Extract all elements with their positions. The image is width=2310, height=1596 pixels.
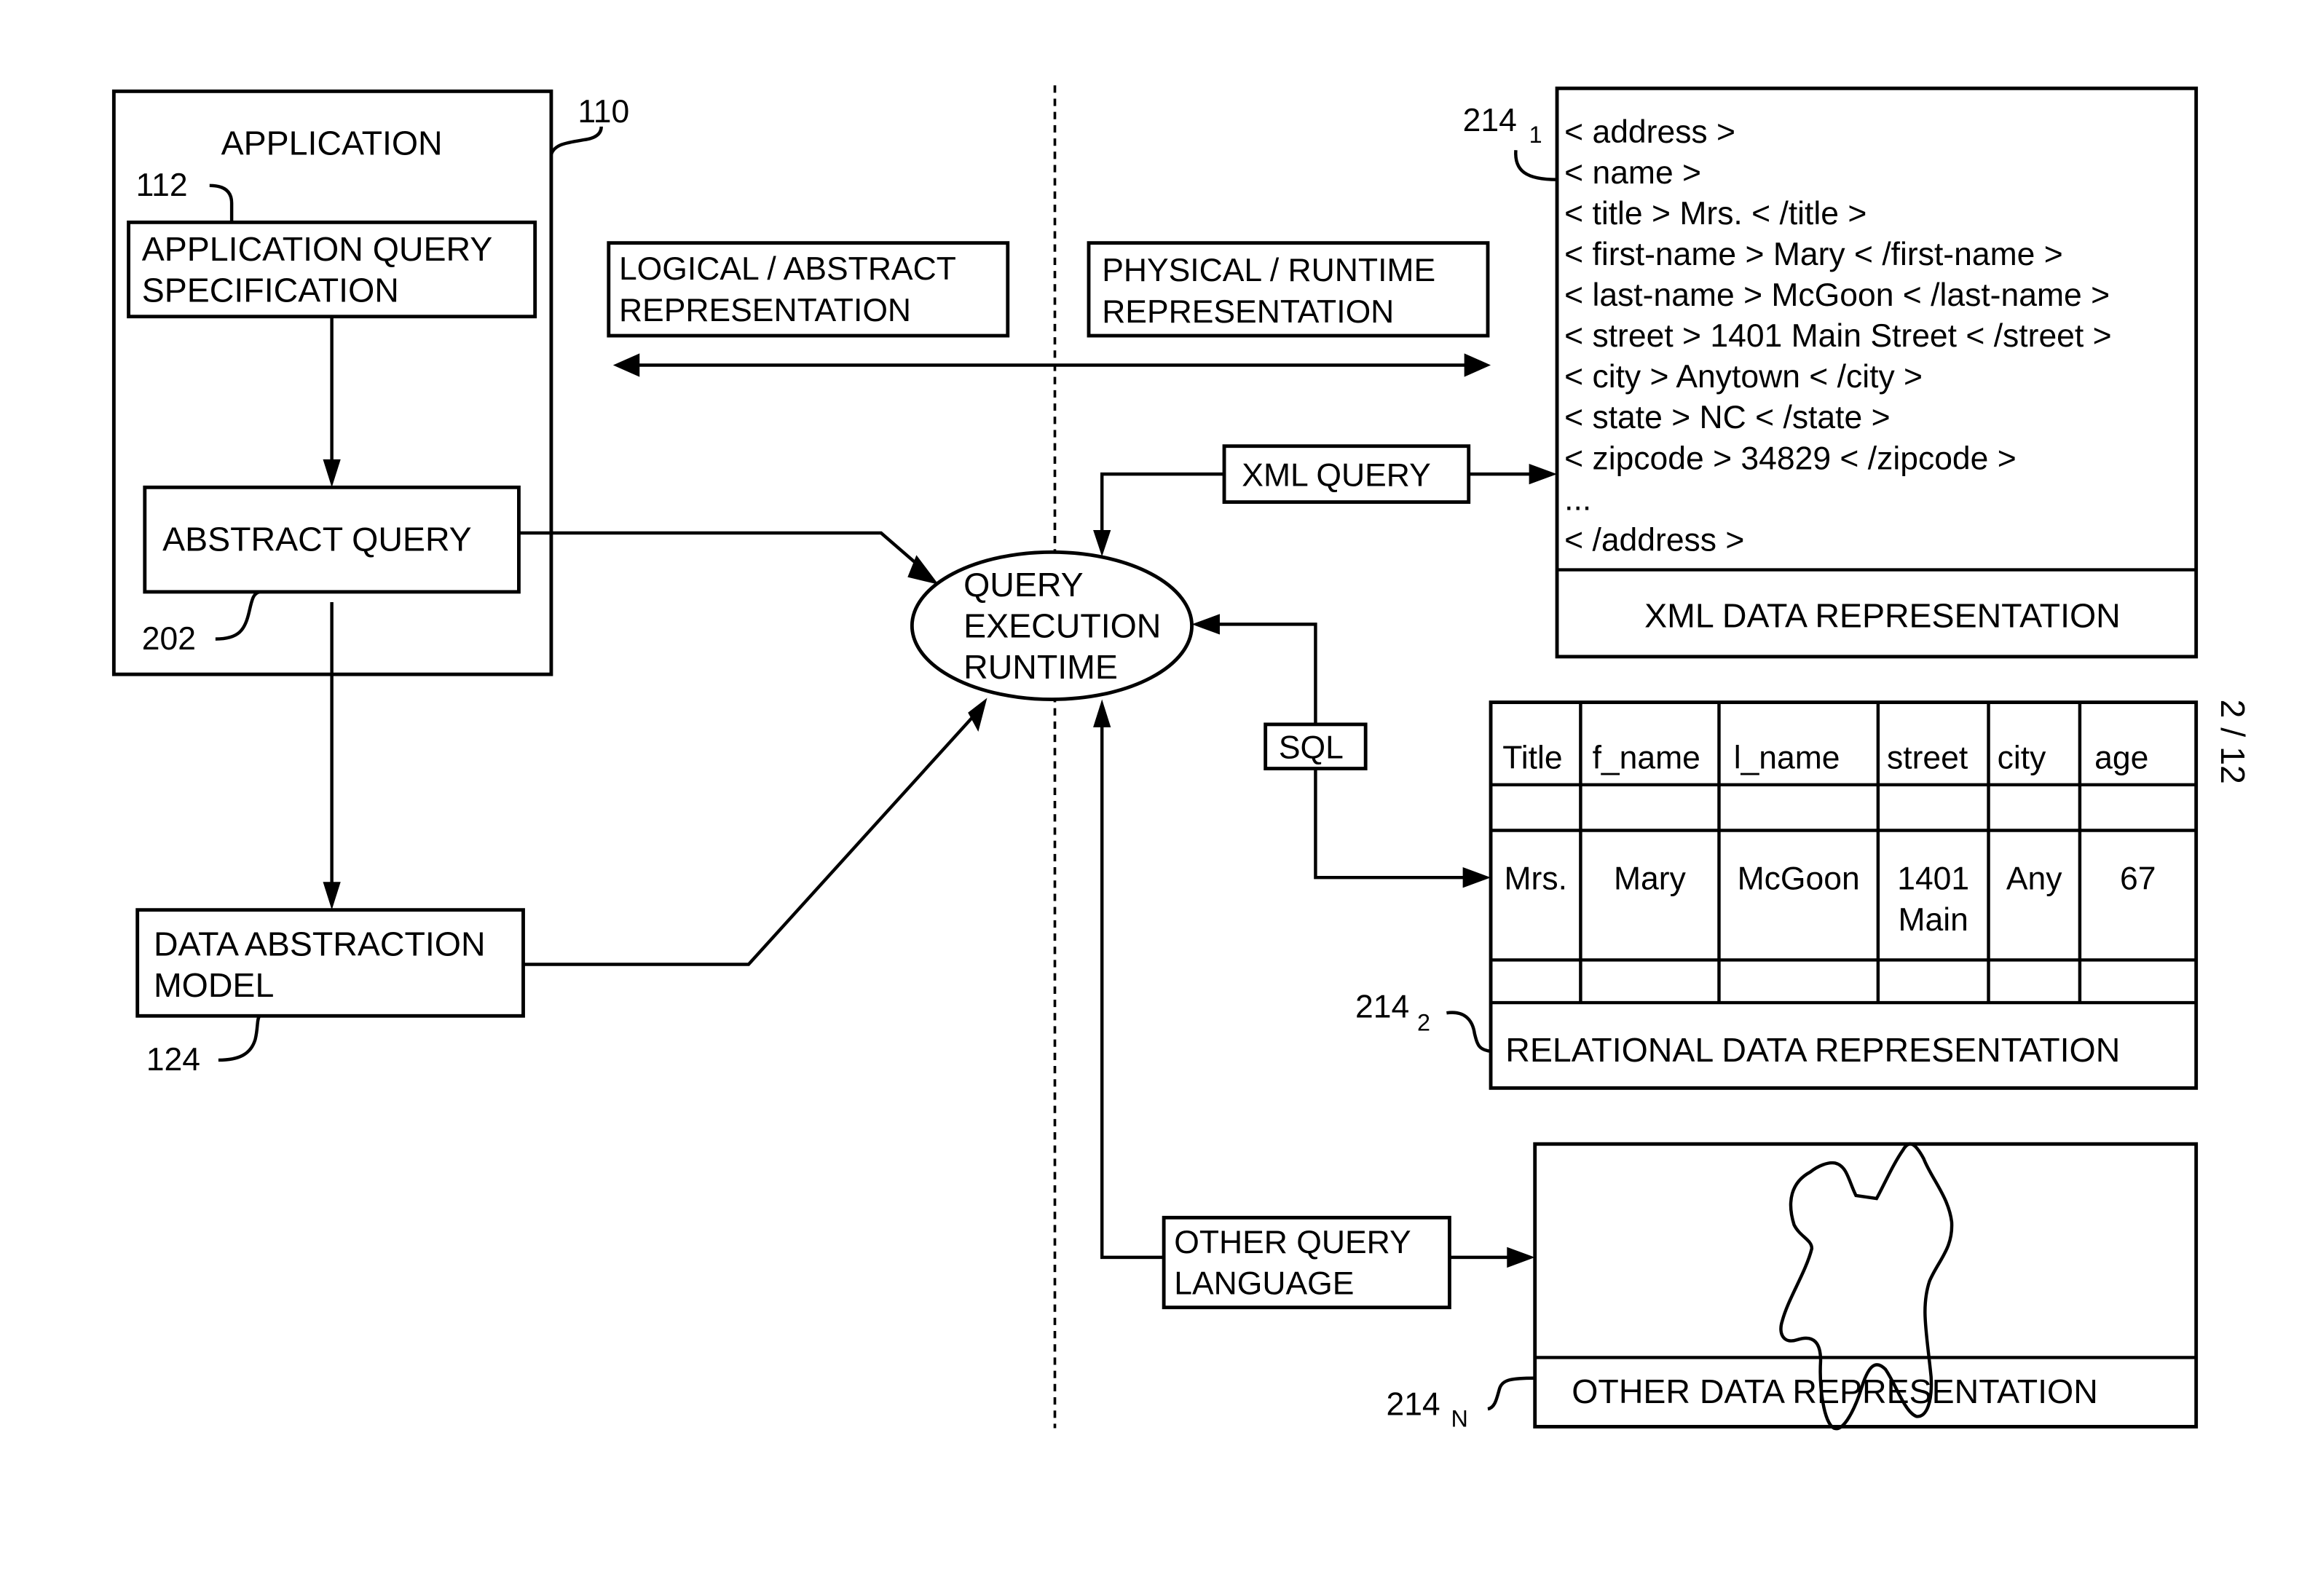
xml-line: < city > Anytown < /city > xyxy=(1564,359,1923,395)
table-cell: Main xyxy=(1899,902,1968,938)
query-spec-line-1: APPLICATION QUERY xyxy=(142,230,492,268)
ref-124: 124 xyxy=(146,1042,200,1078)
relational-data-representation[interactable]: Title f_name l_name street city age Mrs. Mary Mc… xyxy=(1489,700,2199,1090)
model-line-2: MODEL xyxy=(154,966,274,1004)
application-title: APPLICATION xyxy=(221,124,443,162)
table-header-cell: street xyxy=(1887,740,1968,776)
ref-214-n-leader xyxy=(1487,1376,1535,1411)
table-cell: 1401 xyxy=(1897,861,1969,896)
other-query-line-1: OTHER QUERY xyxy=(1174,1225,1411,1260)
runtime-line-2: EXECUTION xyxy=(963,607,1161,645)
ref-214-n-sub: N xyxy=(1451,1405,1467,1431)
sql-return-line xyxy=(1216,623,1317,724)
arrowhead-left xyxy=(612,353,640,377)
arrowhead xyxy=(1093,699,1111,727)
ref-110: 110 xyxy=(578,94,629,130)
xml-line: < street > 1401 Main Street < /street > xyxy=(1564,318,2111,354)
ref-202: 202 xyxy=(142,621,196,657)
data-abstraction-model-box[interactable]: DATA ABSTRACTION MODEL xyxy=(135,908,525,1018)
arrowhead xyxy=(1507,1247,1535,1268)
runtime-line-3: RUNTIME xyxy=(963,648,1118,686)
arrowhead xyxy=(1529,463,1558,485)
xml-line: ... xyxy=(1564,481,1591,517)
ref-214-2: 214 xyxy=(1355,989,1409,1024)
logical-representation-label: LOGICAL / ABSTRACT REPRESENTATION xyxy=(607,241,1010,338)
table-cell: Mary xyxy=(1614,861,1687,896)
xml-line: < zipcode > 34829 < /zipcode > xyxy=(1564,441,2017,476)
xml-line: < state > NC < /state > xyxy=(1564,400,1890,435)
svg-text:PHYSICAL / RUNTIME: PHYSICAL / RUNTIME xyxy=(1102,253,1435,288)
xml-line: < last-name > McGoon < /last-name > xyxy=(1564,277,2110,313)
table-cell: Mrs. xyxy=(1504,861,1566,896)
xml-caption: XML DATA REPRESENTATION xyxy=(1644,596,2121,634)
arrowhead xyxy=(1462,867,1491,888)
relational-caption: RELATIONAL DATA REPRESENTATION xyxy=(1505,1031,2120,1069)
arrowhead xyxy=(323,882,341,910)
xml-line: < name > xyxy=(1564,155,1701,191)
table-cell: McGoon xyxy=(1738,861,1860,896)
arrowhead xyxy=(1191,614,1220,635)
table-header-cell: city xyxy=(1998,740,2046,776)
xml-data-representation[interactable]: < address > < name > < title > Mrs. < /tit… xyxy=(1555,86,2199,659)
xml-line: < first-name > Mary < /first-name > xyxy=(1564,237,2063,272)
arrowhead-right xyxy=(1464,353,1491,377)
sql-box[interactable]: SQL xyxy=(1264,722,1368,770)
ref-124-leader xyxy=(218,1014,261,1062)
ref-214-1-sub: 1 xyxy=(1529,122,1542,148)
model-line-1: DATA ABSTRACTION xyxy=(154,925,486,963)
diagram-canvas: APPLICATION 110 112 APPLICATION QUERY SP… xyxy=(111,85,2252,1431)
ref-110-leader xyxy=(549,126,603,156)
physical-representation-label: PHYSICAL / RUNTIME REPRESENTATION xyxy=(1087,241,1490,338)
abstract-query-label: ABSTRACT QUERY xyxy=(162,520,472,558)
svg-text:LOGICAL / ABSTRACT: LOGICAL / ABSTRACT xyxy=(619,251,956,287)
sql-label: SQL xyxy=(1279,730,1344,765)
other-query-language-box[interactable]: OTHER QUERY LANGUAGE xyxy=(1162,1215,1451,1310)
xml-query-return-line xyxy=(1100,472,1225,538)
query-execution-runtime[interactable]: QUERY EXECUTION RUNTIME xyxy=(910,550,1194,701)
abstract-query-box[interactable]: ABSTRACT QUERY xyxy=(143,485,521,594)
ref-214-n: 214 xyxy=(1386,1386,1440,1422)
xml-query-label: XML QUERY xyxy=(1242,457,1430,493)
ref-214-2-leader xyxy=(1446,1011,1491,1054)
ref-214-1: 214 xyxy=(1463,103,1517,138)
xml-line: < address > xyxy=(1564,114,1735,150)
xml-line: < title > Mrs. < /title > xyxy=(1564,196,1866,232)
other-query-line-2: LANGUAGE xyxy=(1174,1265,1354,1301)
table-header-cell: l_name xyxy=(1734,740,1840,776)
application-query-specification-box[interactable]: APPLICATION QUERY SPECIFICATION xyxy=(127,220,537,319)
table-header-cell: age xyxy=(2094,740,2148,776)
svg-text:REPRESENTATION: REPRESENTATION xyxy=(1102,294,1394,330)
other-query-return-line xyxy=(1100,721,1164,1260)
ref-214-1-leader xyxy=(1514,150,1558,181)
table-header-cell: f_name xyxy=(1593,740,1700,776)
ref-112: 112 xyxy=(136,167,188,203)
query-spec-line-2: SPECIFICATION xyxy=(142,272,399,309)
runtime-line-1: QUERY xyxy=(963,566,1084,604)
table-cell: 67 xyxy=(2120,861,2156,896)
arrow-model-to-runtime xyxy=(523,713,977,966)
page-number: 2 / 12 xyxy=(2214,700,2252,784)
table-cell: Any xyxy=(2006,861,2062,896)
xml-query-box[interactable]: XML QUERY xyxy=(1222,444,1471,504)
other-caption: OTHER DATA REPRESENTATION xyxy=(1572,1372,2098,1410)
svg-text:REPRESENTATION: REPRESENTATION xyxy=(619,293,911,328)
arrowhead xyxy=(968,698,988,732)
arrow-abstract-to-runtime xyxy=(519,531,927,573)
ref-214-2-sub: 2 xyxy=(1417,1009,1430,1035)
table-header-cell: Title xyxy=(1502,740,1562,776)
other-data-representation[interactable]: OTHER DATA REPRESENTATION xyxy=(1533,1142,2199,1431)
arrow-sql-to-relational xyxy=(1314,768,1466,880)
arrowhead xyxy=(1093,529,1111,557)
xml-line: < /address > xyxy=(1564,522,1744,558)
